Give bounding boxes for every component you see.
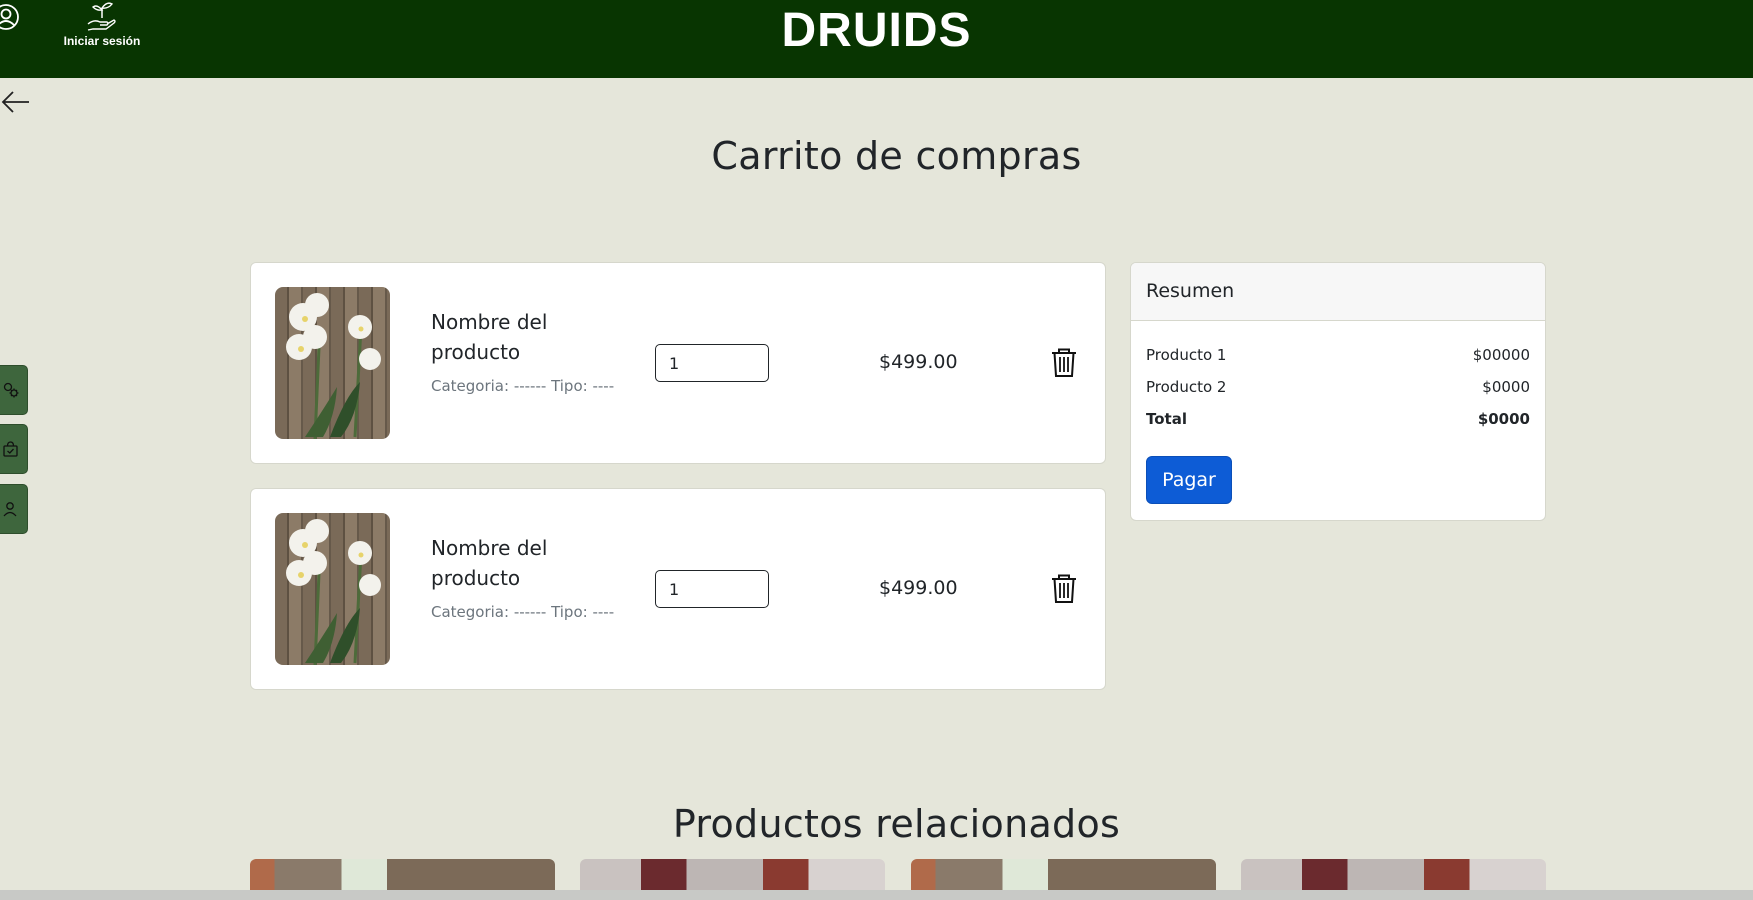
- summary-title: Resumen: [1131, 263, 1545, 321]
- product-name[interactable]: Nombre del producto: [431, 533, 601, 593]
- trash-icon[interactable]: [1049, 346, 1079, 378]
- summary-row-value: $0000: [1482, 378, 1530, 396]
- product-meta: Categoria: ------ Tipo: ----: [431, 603, 615, 621]
- product-image[interactable]: [275, 513, 390, 665]
- trash-icon[interactable]: [1049, 572, 1079, 604]
- product-image[interactable]: [275, 287, 390, 439]
- summary-total-row: Total $0000: [1146, 410, 1530, 428]
- quantity-input[interactable]: [655, 344, 769, 382]
- bag-check-icon: [3, 441, 18, 457]
- quantity-input[interactable]: [655, 570, 769, 608]
- gear-icon: [3, 382, 19, 398]
- user-circle-icon: [3, 502, 17, 517]
- product-price: $499.00: [879, 577, 958, 599]
- summary-row-value: $00000: [1472, 346, 1530, 364]
- order-summary: Resumen Producto 1 $00000 Producto 2 $00…: [1130, 262, 1546, 521]
- product-name[interactable]: Nombre del producto: [431, 307, 601, 367]
- horizontal-scrollbar[interactable]: [0, 890, 1753, 900]
- brand-logo[interactable]: DRUIDS: [0, 4, 1753, 58]
- summary-row-label: Producto 1: [1146, 346, 1227, 364]
- summary-total-label: Total: [1146, 410, 1187, 428]
- related-products-title: Productos relacionados: [672, 802, 1121, 846]
- summary-row-label: Producto 2: [1146, 378, 1227, 396]
- summary-row: Producto 2 $0000: [1146, 378, 1530, 396]
- top-navbar: Iniciar sesión DRUIDS: [0, 0, 1753, 78]
- back-arrow-icon[interactable]: [0, 88, 32, 116]
- side-orders-button[interactable]: [0, 424, 28, 474]
- summary-row: Producto 1 $00000: [1146, 346, 1530, 364]
- summary-total-value: $0000: [1477, 410, 1530, 428]
- product-meta: Categoria: ------ Tipo: ----: [431, 377, 615, 395]
- page-title: Carrito de compras: [711, 134, 1082, 178]
- product-price: $499.00: [879, 351, 958, 373]
- cart-item: Nombre del producto Categoria: ------ Ti…: [250, 262, 1106, 464]
- cart-item: Nombre del producto Categoria: ------ Ti…: [250, 488, 1106, 690]
- side-settings-button[interactable]: [0, 365, 28, 415]
- pay-button[interactable]: Pagar: [1146, 456, 1232, 504]
- side-profile-button[interactable]: [0, 484, 28, 534]
